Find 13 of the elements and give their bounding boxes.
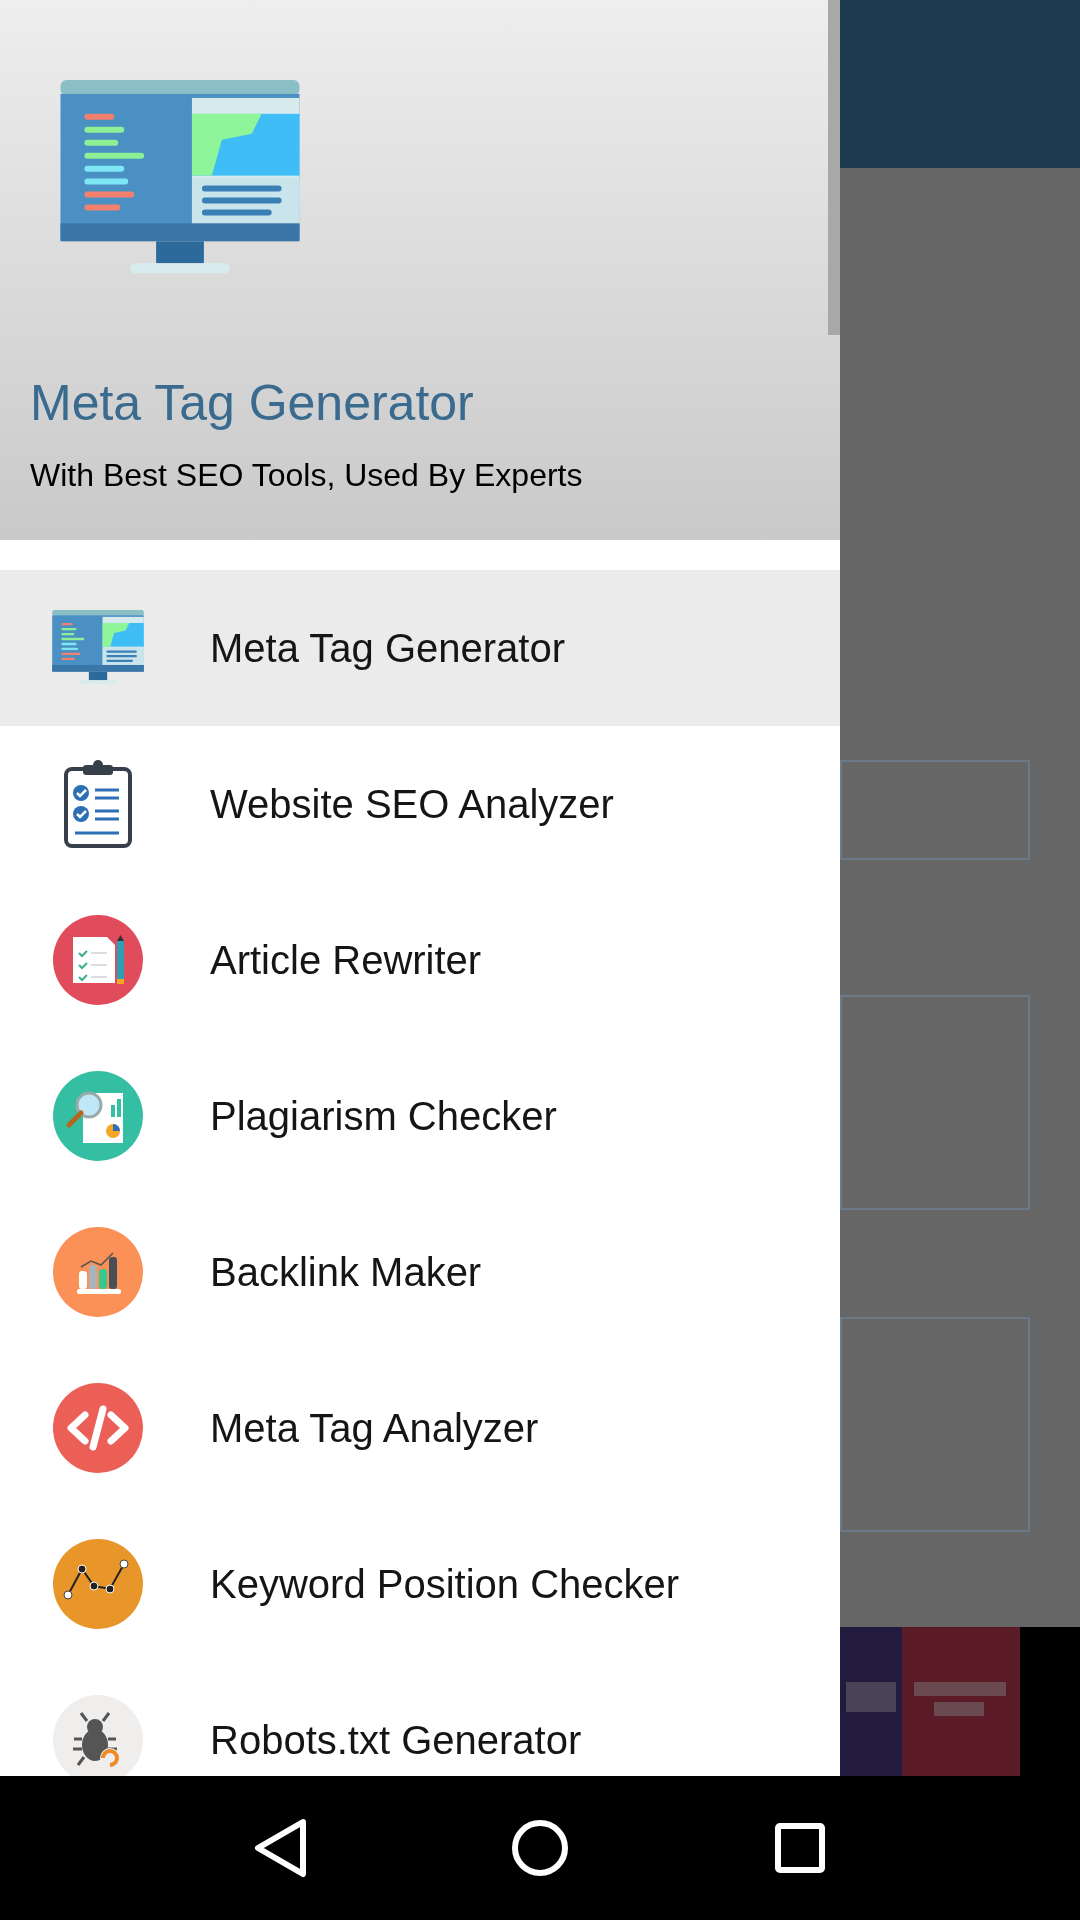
clipboard-icon bbox=[63, 759, 133, 849]
code-icon bbox=[53, 1383, 143, 1473]
drawer-title: Meta Tag Generator bbox=[30, 374, 475, 434]
monitor-icon bbox=[52, 609, 144, 687]
bar-chart-icon bbox=[53, 1227, 143, 1317]
magnifier-report-icon bbox=[53, 1071, 143, 1161]
home-icon bbox=[511, 1819, 569, 1877]
back-icon bbox=[253, 1818, 307, 1878]
document-pencil-icon bbox=[53, 915, 143, 1005]
drawer-item[interactable]: Meta Tag Generator bbox=[0, 570, 840, 726]
drawer-subtitle: With Best SEO Tools, Used By Experts bbox=[30, 456, 584, 496]
line-chart-icon bbox=[53, 1539, 143, 1629]
recent-apps-icon bbox=[774, 1822, 826, 1874]
